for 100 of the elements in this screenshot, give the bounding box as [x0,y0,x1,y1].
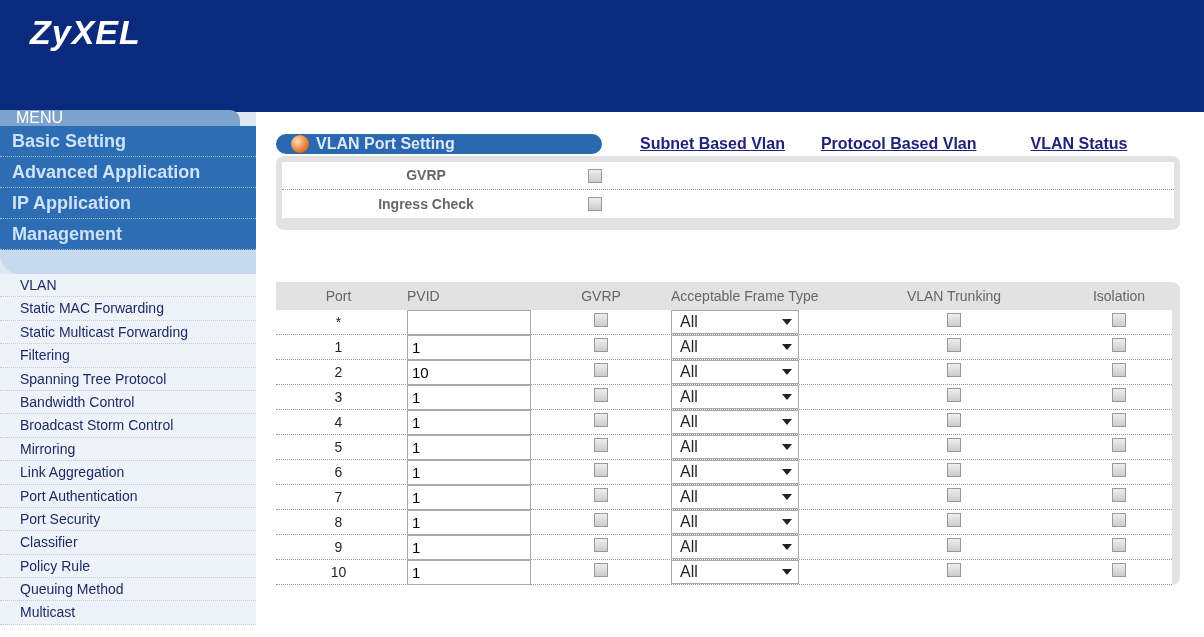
column-header: PVID [406,286,441,306]
checkbox[interactable] [1112,537,1126,552]
checkbox[interactable] [947,412,961,427]
sidebar-item[interactable]: Classifier [0,531,256,555]
nav-link[interactable]: Protocol Based Vlan [820,132,977,156]
menu-section[interactable]: Management [0,219,256,250]
sidebar-item[interactable]: Static MAC Forwarding [0,297,256,321]
pvid-field[interactable]: 10 [407,359,531,385]
caret-icon [782,344,792,350]
checkbox[interactable] [1112,562,1126,577]
pvid-field[interactable]: 1 [407,459,531,485]
caret-icon [782,394,792,400]
checkbox[interactable] [1112,337,1126,352]
checkbox[interactable] [594,337,608,352]
frame-type-dropdown[interactable]: All [671,485,799,509]
column-header: Acceptable Frame Type [671,286,820,306]
frame-type-dropdown[interactable]: All [671,435,799,459]
pvid-field[interactable]: 1 [407,384,531,410]
checkbox[interactable] [1112,487,1126,502]
checkbox[interactable] [947,312,961,327]
sidebar-item[interactable]: VLAN [0,274,256,298]
caret-icon [782,369,792,375]
checkbox[interactable] [1112,512,1126,527]
frame-type-dropdown[interactable]: All [671,335,799,359]
sidebar-item[interactable]: Mirroring [0,437,256,462]
pvid-field[interactable]: 1 [407,559,531,585]
checkbox[interactable] [1112,462,1126,477]
sidebar-item[interactable]: Bandwidth Control [0,390,256,415]
checkbox[interactable] [594,387,608,402]
nav-link[interactable]: Subnet Based Vlan [640,132,785,156]
sidebar-item[interactable]: Link Aggregation [0,461,256,485]
sidebar-item[interactable]: Multicast [0,601,256,625]
nav-link[interactable]: VLAN Status [1030,132,1128,156]
port-cell-text: * [334,312,343,332]
sidebar-item[interactable]: Broadcast Storm Control [0,414,256,438]
caret-icon [782,469,792,475]
caret-icon [782,444,792,450]
frame-type-dropdown[interactable]: All [671,460,799,484]
pvid-field[interactable] [407,309,531,335]
port-cell-text: 10 [329,562,348,582]
column-header: VLAN Trunking [905,286,1003,306]
sidebar-item[interactable]: Queuing Method [0,578,256,602]
menu-section[interactable]: Advanced Application [0,157,256,188]
checkbox[interactable] [594,537,608,552]
checkbox[interactable] [594,562,608,577]
checkbox[interactable] [947,487,961,502]
checkbox[interactable] [594,487,608,502]
checkbox[interactable] [947,537,961,552]
checkbox[interactable] [1112,362,1126,377]
frame-type-dropdown[interactable]: All [671,560,799,584]
menu-section[interactable]: IP Application [0,188,256,219]
menu-section[interactable]: Basic Setting [0,126,256,157]
sidebar-item[interactable]: Port Security [0,507,256,532]
logo: ZyXEL [30,14,141,52]
checkbox[interactable] [594,437,608,452]
sidebar-item[interactable]: Policy Rule [0,554,256,579]
port-cell-text: 2 [333,362,344,382]
column-header: GVRP [580,286,622,306]
pvid-field[interactable]: 1 [407,434,531,460]
frame-type-dropdown[interactable]: All [671,535,799,559]
checkbox[interactable] [947,562,961,577]
pvid-field[interactable]: 1 [407,334,531,360]
pvid-field[interactable]: 1 [407,534,531,560]
column-header: Port [324,286,353,306]
column-header: Isolation [1091,286,1147,306]
checkbox[interactable] [594,362,608,377]
checkbox[interactable] [588,168,602,183]
checkbox[interactable] [594,312,608,327]
checkbox[interactable] [947,462,961,477]
port-cell-text: 1 [333,337,344,357]
checkbox[interactable] [594,512,608,527]
checkbox[interactable] [1112,412,1126,427]
sidebar-item[interactable]: Spanning Tree Protocol [0,367,256,391]
checkbox[interactable] [594,412,608,427]
checkbox[interactable] [947,387,961,402]
caret-icon [782,544,792,550]
sidebar-item[interactable]: Static Multicast Forwarding [0,320,256,345]
pvid-field[interactable]: 1 [407,509,531,535]
orb-icon [290,134,310,154]
checkbox[interactable] [947,512,961,527]
checkbox[interactable] [1112,312,1126,327]
checkbox[interactable] [588,197,602,211]
sidebar-item[interactable]: Port Authentication [0,484,256,508]
sidebar-item[interactable]: Filtering [0,344,256,368]
checkbox[interactable] [1112,437,1126,452]
checkbox[interactable] [947,437,961,452]
caret-icon [782,419,792,425]
frame-type-dropdown[interactable]: All [671,410,799,434]
frame-type-dropdown[interactable]: All [671,385,799,409]
pvid-field[interactable]: 1 [407,409,531,435]
frame-type-dropdown[interactable]: All [671,360,799,384]
checkbox[interactable] [594,462,608,477]
checkbox[interactable] [947,337,961,352]
checkbox[interactable] [1112,387,1126,402]
port-cell-text: 6 [333,462,344,482]
frame-type-dropdown[interactable]: All [671,310,799,334]
caret-icon [782,519,792,525]
frame-type-dropdown[interactable]: All [671,510,799,534]
pvid-field[interactable]: 1 [407,484,531,510]
checkbox[interactable] [947,362,961,377]
